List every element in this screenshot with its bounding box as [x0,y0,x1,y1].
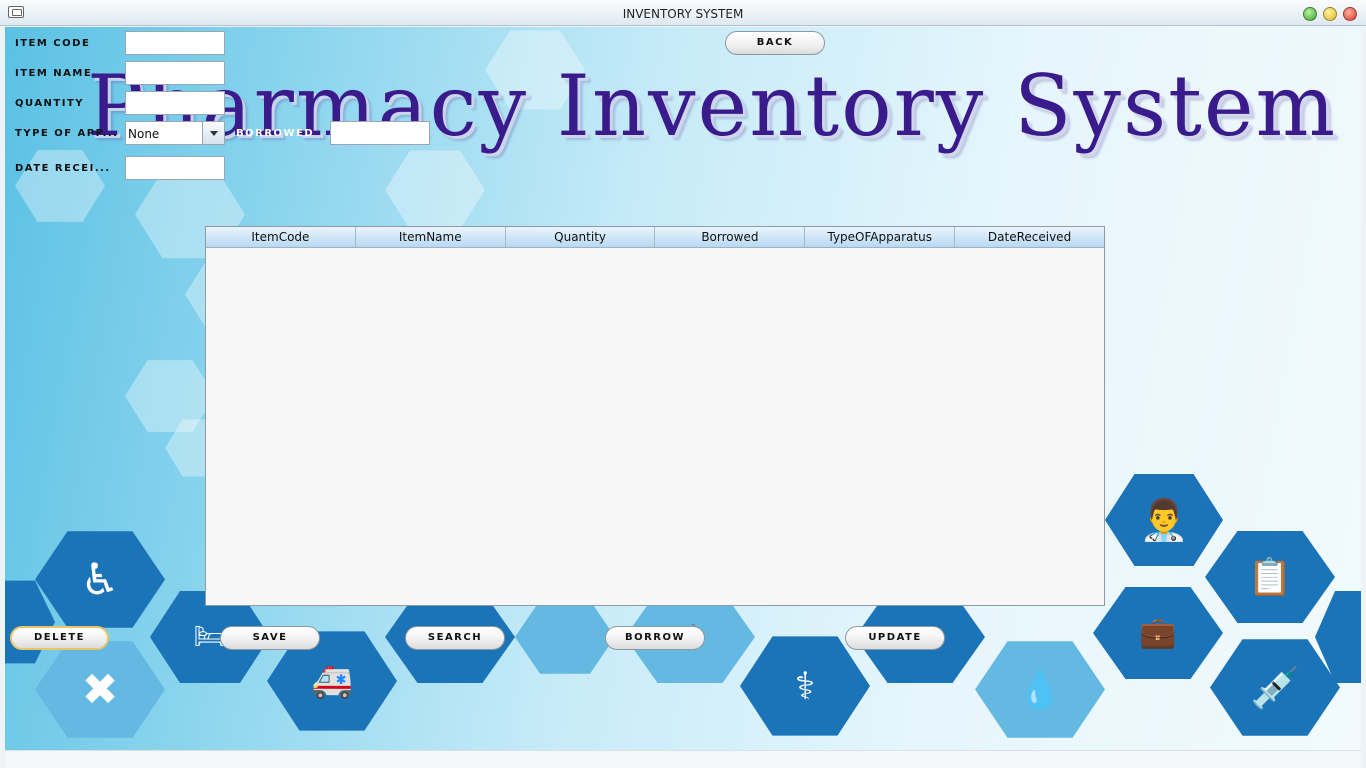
back-button[interactable]: BACK [725,31,825,55]
bandage-icon: ✖ [81,664,119,715]
drops-hex: 💧 [975,641,1105,738]
wheelchair-hex: ♿ [35,531,165,628]
table-header: ItemCode ItemName Quantity Borrowed Type… [206,227,1104,248]
borrowed-label: BORROWED [236,128,315,139]
column-header[interactable]: Borrowed [655,227,806,248]
quantity-field[interactable] [125,91,225,115]
main-panel: ♿ 🛏 ✖ 🚑 ⚗ 🔬 ⚕ ✚ 💧 👨‍⚕️ 📋 💼 💉 Pharmacy In… [5,27,1361,750]
decor-hex [515,600,615,674]
item-name-field[interactable] [125,61,225,85]
doctor-hex: 👨‍⚕️ [1105,474,1223,566]
chevron-down-icon[interactable] [202,122,224,144]
decor-hex [15,150,105,222]
item-name-label: ITEM NAME [15,68,93,79]
bandage-hex: ✖ [35,641,165,738]
borrow-button[interactable]: BORROW [605,626,705,650]
drops-icon: 💧 [1017,669,1063,711]
item-code-label: ITEM CODE [15,38,91,49]
clipboard-hex: 📋 [1205,531,1335,623]
page-heading: Pharmacy Inventory System [87,57,1338,155]
column-header[interactable]: ItemCode [206,227,356,248]
column-header[interactable]: TypeOFApparatus [805,227,956,248]
syringe-icon: 💉 [1250,665,1300,711]
type-of-apparatus-label: TYPE OF APP... [15,128,119,139]
borrowed-field[interactable] [330,121,430,145]
medical-bag-icon: 💼 [1139,615,1177,651]
maximize-button[interactable] [1323,7,1337,21]
inventory-table[interactable]: ItemCode ItemName Quantity Borrowed Type… [205,226,1105,606]
status-strip [5,750,1361,768]
item-code-field[interactable] [125,31,225,55]
decor-hex [385,150,485,230]
date-received-label: DATE RECEI... [15,163,111,174]
window-title: INVENTORY SYSTEM [622,7,744,21]
minimize-button[interactable] [1303,7,1317,21]
save-button[interactable]: SAVE [220,626,320,650]
column-header[interactable]: DateReceived [955,227,1104,248]
close-button[interactable] [1343,7,1357,21]
quantity-label: QUANTITY [15,98,85,109]
title-bar: INVENTORY SYSTEM [0,0,1366,26]
column-header[interactable]: Quantity [505,227,656,248]
column-header[interactable]: ItemName [355,227,506,248]
delete-button[interactable]: DELETE [10,626,109,650]
ambulance-icon: 🚑 [310,661,354,701]
date-received-field[interactable] [125,156,225,180]
medical-bag-hex: 💼 [1093,587,1223,679]
wheelchair-icon: ♿ [80,554,120,605]
update-button[interactable]: UPDATE [845,626,945,650]
type-selected-value: None [128,127,160,141]
stethoscope-icon: ⚕ [794,664,816,708]
search-button[interactable]: SEARCH [405,626,505,650]
doctor-icon: 👨‍⚕️ [1139,497,1189,544]
clipboard-icon: 📋 [1247,557,1293,598]
syringe-hex: 💉 [1210,639,1340,736]
type-of-apparatus-select[interactable]: None [125,121,225,145]
